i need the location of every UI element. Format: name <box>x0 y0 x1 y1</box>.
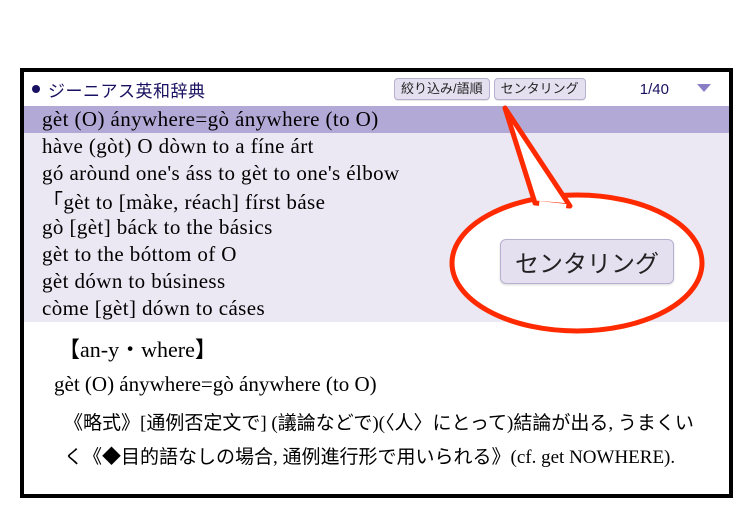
bullet-icon <box>32 85 40 93</box>
headword: 【an-y・where】 <box>58 332 695 364</box>
list-item[interactable]: gò [gèt] báck to the básics <box>24 214 729 241</box>
result-list: gèt (O) ánywhere=gò ánywhere (to O) hàve… <box>24 106 729 322</box>
list-item[interactable]: hàve (gòt) O dòwn to a fíne árt <box>24 133 729 160</box>
list-item[interactable]: còme [gèt] dówn to cáses <box>24 295 729 322</box>
callout-centering-label: センタリング <box>500 239 674 284</box>
list-item[interactable]: gó aròund one's áss to gèt to one's élbo… <box>24 160 729 187</box>
detail-phrase: gèt (O) ánywhere=gò ánywhere (to O) <box>54 372 695 397</box>
def-part: ). <box>664 447 675 468</box>
detail-pane: 【an-y・where】 gèt (O) ánywhere=gò ánywher… <box>24 322 729 475</box>
definition-text: 《略式》[通例否定文で] (議論などで)(〈人〉にとって)結論が出る, うまくい… <box>64 407 695 475</box>
page-counter: 1/40 <box>640 81 669 98</box>
filter-order-button[interactable]: 絞り込み/語順 <box>394 78 490 100</box>
header-buttons: 絞り込み/語順 センタリング <box>394 78 586 100</box>
list-item[interactable]: gèt (O) ánywhere=gò ánywhere (to O) <box>24 106 729 133</box>
dictionary-name: ジーニアス英和辞典 <box>48 77 206 102</box>
list-item[interactable]: 「gèt to [màke, réach] fírst báse <box>24 187 729 214</box>
header-bar: ジーニアス英和辞典 絞り込み/語順 センタリング 1/40 <box>24 72 729 106</box>
centering-button[interactable]: センタリング <box>494 78 586 100</box>
dropdown-icon[interactable] <box>697 79 711 99</box>
def-smallcaps: NOWHERE <box>569 447 664 468</box>
